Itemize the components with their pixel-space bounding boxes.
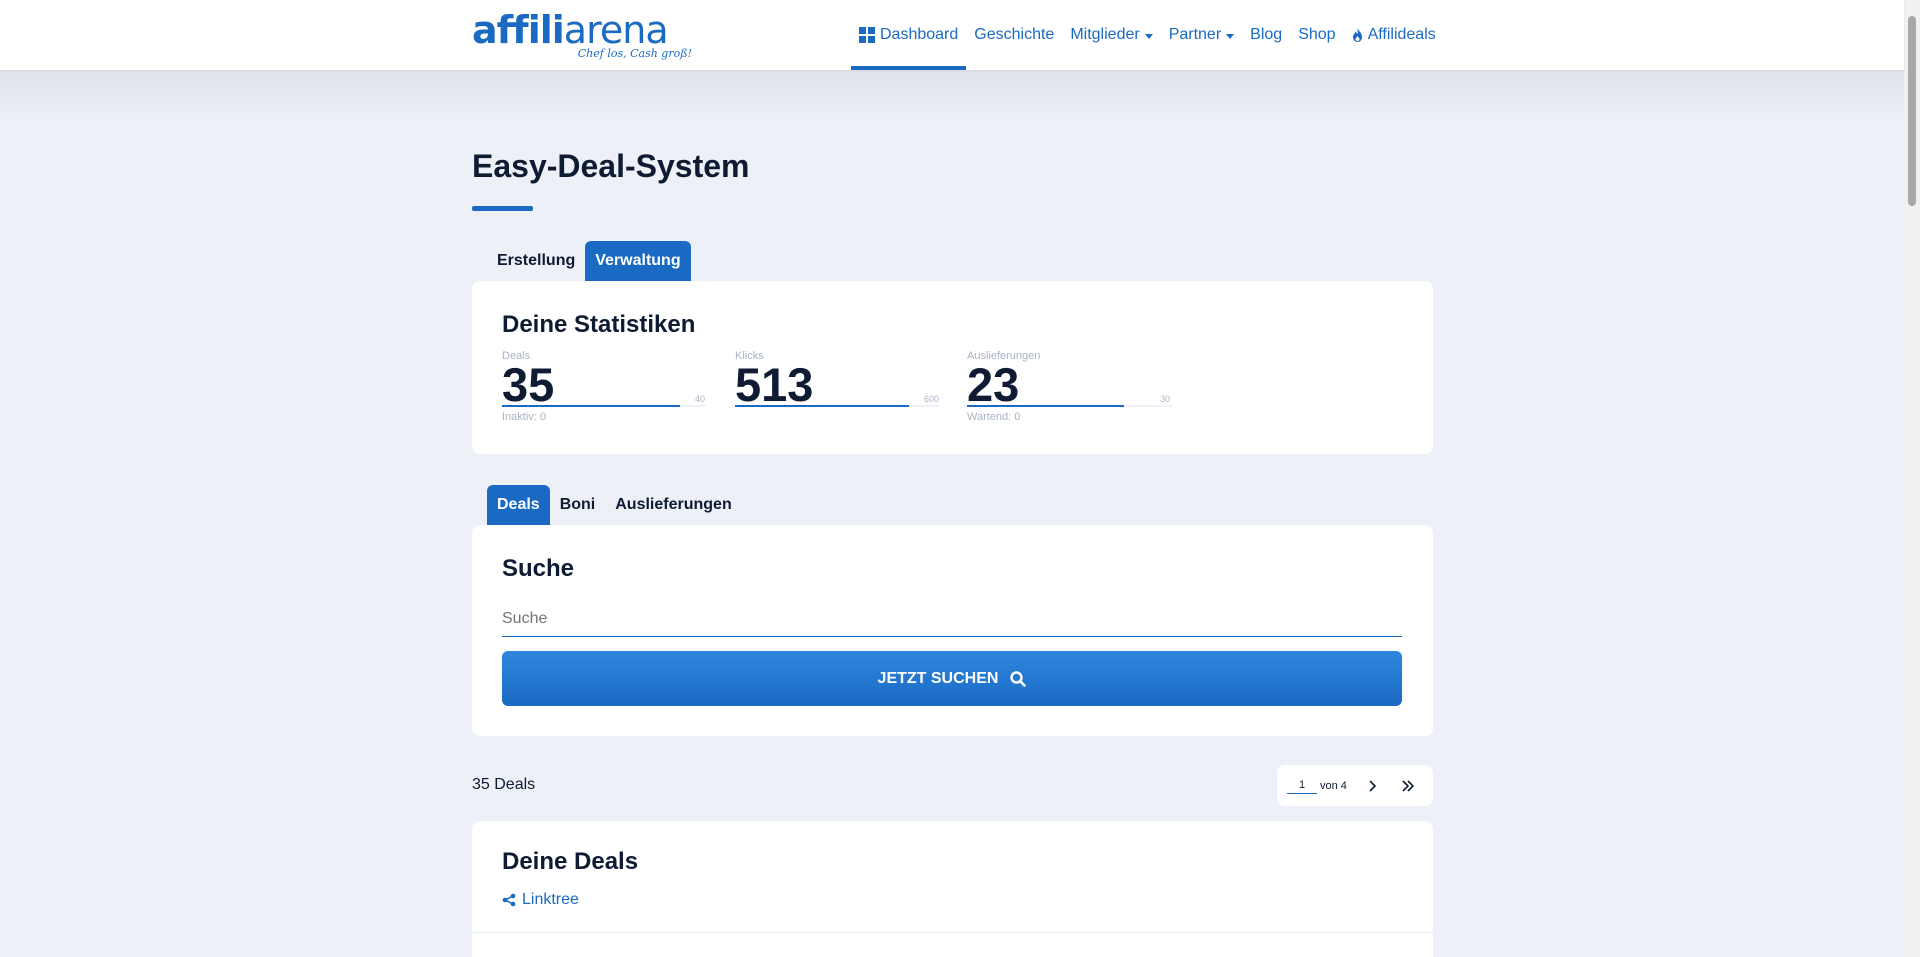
top-navigation-bar: affiliarena Chef los, Cash groß! Dashboa… — [0, 0, 1904, 70]
scrollbar-thumb[interactable] — [1908, 16, 1916, 206]
page-number-input[interactable] — [1287, 777, 1317, 794]
nav-affilideals[interactable]: Affilideals — [1344, 0, 1444, 70]
tab-auslieferungen[interactable]: Auslieferungen — [605, 485, 741, 525]
stat-deliveries: Auslieferungen 23 30 Wartend: 0 — [967, 281, 1172, 454]
stat-value: 513 — [735, 358, 814, 411]
header-shadow — [0, 70, 1904, 120]
nav-dashboard[interactable]: Dashboard — [851, 0, 967, 70]
title-underline — [472, 206, 533, 211]
stat-value: 35 — [502, 358, 555, 411]
logo-wordmark: affiliarena — [472, 8, 669, 52]
card-divider — [472, 932, 1433, 933]
last-page-button[interactable] — [1401, 779, 1415, 793]
nav-blog-label: Blog — [1250, 26, 1283, 43]
page-scrollbar[interactable] — [1904, 0, 1920, 957]
affiliarena-logo[interactable]: affiliarena Chef los, Cash groß! — [472, 8, 694, 62]
deals-title: Deine Deals — [502, 848, 639, 875]
stat-progress-track — [967, 405, 1172, 407]
search-button[interactable]: JETZT SUCHEN — [502, 651, 1402, 706]
sub-tabs: Deals Boni Auslieferungen — [487, 485, 742, 525]
stat-progress-fill — [735, 405, 909, 407]
stat-progress-fill — [502, 405, 680, 407]
stat-progress-track — [502, 405, 705, 407]
nav-members-label: Mitglieder — [1070, 26, 1140, 43]
stat-deals: Deals 35 40 Inaktiv: 0 — [502, 281, 705, 454]
nav-blog[interactable]: Blog — [1242, 0, 1290, 70]
search-input[interactable] — [502, 601, 1402, 637]
nav-history-label: Geschichte — [974, 26, 1055, 43]
page-total: von 4 — [1320, 779, 1347, 792]
dashboard-grid-icon — [859, 27, 875, 43]
nav-partners-dropdown[interactable]: Partner — [1161, 0, 1242, 70]
share-icon — [502, 893, 516, 907]
stat-progress-track — [735, 405, 938, 407]
main-nav: Dashboard Geschichte Mitglieder Partner … — [851, 0, 1444, 70]
caret-down-icon — [1144, 33, 1153, 39]
stat-max: 600 — [924, 394, 940, 404]
search-card: Suche JETZT SUCHEN — [472, 525, 1433, 736]
page-title: Easy-Deal-System — [472, 148, 750, 184]
flame-icon — [1352, 28, 1362, 42]
tab-boni[interactable]: Boni — [550, 485, 606, 525]
nav-dashboard-label: Dashboard — [880, 26, 959, 43]
linktree-link[interactable]: Linktree — [502, 891, 579, 909]
double-chevron-right-icon — [1402, 779, 1414, 792]
search-button-label: JETZT SUCHEN — [877, 669, 999, 687]
stat-max: 30 — [1160, 394, 1171, 404]
deals-card: Deine Deals Linktree — [472, 821, 1433, 957]
chevron-right-icon — [1369, 779, 1377, 792]
tab-erstellung[interactable]: Erstellung — [487, 241, 585, 281]
deals-count: 35 Deals — [472, 776, 536, 793]
stat-progress-fill — [967, 405, 1125, 407]
pagination: von 4 — [1277, 765, 1433, 806]
nav-affilideals-label: Affilideals — [1367, 26, 1436, 43]
search-icon — [1010, 670, 1027, 687]
tab-deals[interactable]: Deals — [487, 485, 550, 525]
nav-partners-label: Partner — [1168, 26, 1222, 43]
stat-max: 40 — [695, 394, 706, 404]
nav-shop[interactable]: Shop — [1290, 0, 1343, 70]
stat-clicks: Klicks 513 600 — [735, 281, 940, 454]
stat-value: 23 — [967, 358, 1020, 411]
nav-history[interactable]: Geschichte — [966, 0, 1062, 70]
stat-sub: Wartend: 0 — [967, 411, 1021, 423]
nav-members-dropdown[interactable]: Mitglieder — [1062, 0, 1160, 70]
nav-shop-label: Shop — [1298, 26, 1336, 43]
main-tabs: Erstellung Verwaltung — [487, 241, 691, 281]
linktree-label: Linktree — [522, 891, 579, 908]
statistics-card: Deine Statistiken Deals 35 40 Inaktiv: 0… — [472, 281, 1433, 454]
caret-down-icon — [1226, 33, 1235, 39]
search-title: Suche — [502, 555, 575, 582]
logo-tagline: Chef los, Cash groß! — [577, 47, 692, 60]
next-page-button[interactable] — [1365, 779, 1379, 793]
tab-verwaltung[interactable]: Verwaltung — [585, 241, 691, 281]
stat-sub: Inaktiv: 0 — [502, 411, 547, 423]
